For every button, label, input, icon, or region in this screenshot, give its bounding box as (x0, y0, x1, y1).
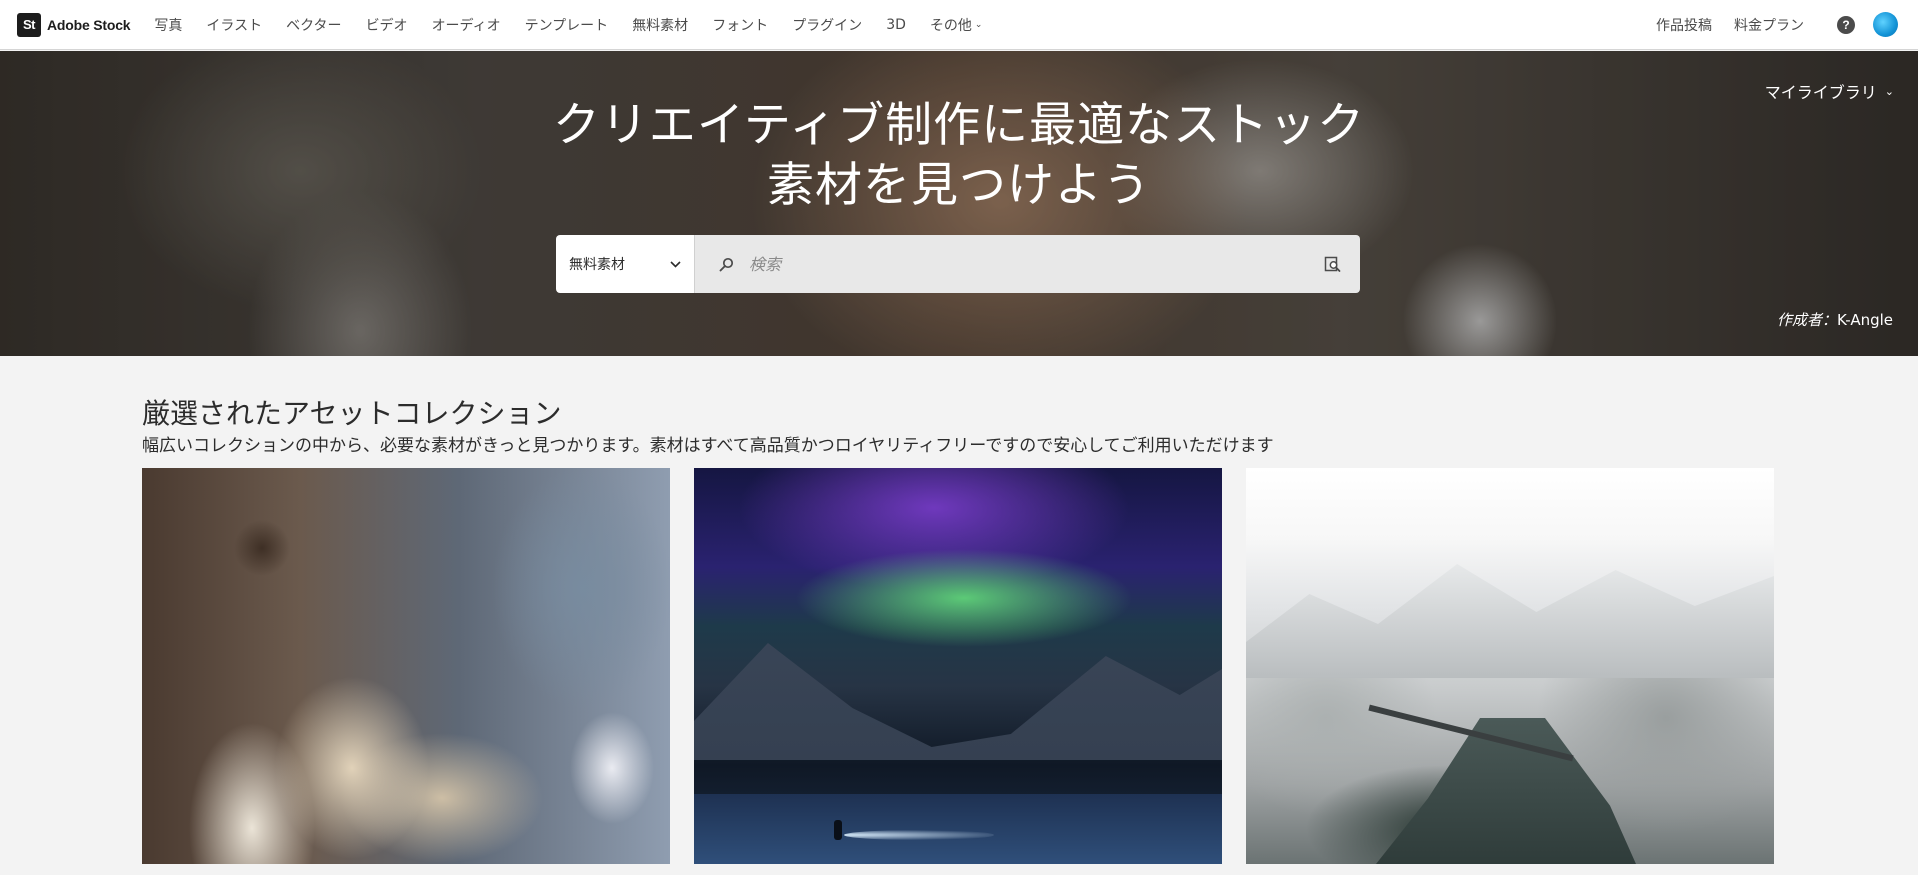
search-category-label: 無料素材 (569, 257, 625, 273)
nav-link-photos[interactable]: 写真 (142, 15, 194, 35)
nav-more-label: その他 (929, 17, 972, 34)
logo-mark: St (17, 12, 41, 37)
search-icon (715, 257, 737, 272)
my-library-menu[interactable]: マイライブラリ ⌄ (1765, 79, 1894, 103)
top-nav: St Adobe Stock 写真 イラスト ベクター ビデオ オーディオ テン… (0, 0, 1918, 50)
chevron-down-icon: ⌄ (1884, 84, 1894, 98)
credit-name[interactable]: K-Angle (1837, 311, 1893, 329)
pricing-link[interactable]: 料金プラン (1723, 15, 1815, 35)
collection-card-snow-valley[interactable] (1246, 468, 1774, 864)
search-bar: 無料素材 (556, 235, 1360, 293)
nav-link-videos[interactable]: ビデオ (354, 15, 420, 35)
search-input[interactable] (737, 235, 1322, 293)
chevron-down-icon: ⌄ (974, 19, 983, 30)
headlamp-beam (844, 830, 994, 840)
nav-links: 写真 イラスト ベクター ビデオ オーディオ テンプレート 無料素材 フォント … (142, 15, 994, 35)
image-credit: 作成者：K-Angle (1777, 309, 1893, 330)
nav-link-free[interactable]: 無料素材 (620, 15, 700, 35)
nav-link-3d[interactable]: 3D (874, 17, 918, 33)
nav-link-templates[interactable]: テンプレート (513, 15, 621, 35)
search-category-select[interactable]: 無料素材 (556, 235, 695, 293)
my-library-label: マイライブラリ (1764, 83, 1877, 102)
hero-title-line1: クリエイティブ制作に最適なストック (552, 98, 1366, 153)
nav-more-menu[interactable]: その他 ⌄ (918, 15, 995, 35)
collection-card-aurora[interactable] (694, 468, 1222, 864)
nav-link-fonts[interactable]: フォント (700, 15, 780, 35)
hiker-figure (834, 820, 842, 840)
search-field (695, 235, 1360, 293)
nav-link-audio[interactable]: オーディオ (420, 15, 513, 35)
help-icon[interactable]: ? (1837, 15, 1855, 34)
snowy-mountains (1246, 564, 1774, 678)
frozen-lake (694, 794, 1222, 864)
nav-link-vectors[interactable]: ベクター (274, 15, 353, 35)
hero-title: クリエイティブ制作に最適なストック 素材を見つけよう (0, 96, 1918, 216)
nav-link-illustrations[interactable]: イラスト (194, 15, 274, 35)
collection-subtitle: 幅広いコレクションの中から、必要な素材がきっと見つかります。素材はすべて高品質か… (142, 436, 1274, 456)
submit-work-link[interactable]: 作品投稿 (1645, 15, 1723, 35)
hero-title-line2: 素材を見つけよう (767, 158, 1151, 213)
nav-link-plugins[interactable]: プラグイン (780, 15, 874, 35)
credit-prefix: 作成者： (1776, 311, 1837, 329)
visual-search-icon[interactable] (1322, 256, 1342, 273)
chevron-down-icon (670, 257, 681, 271)
avatar[interactable] (1873, 12, 1898, 37)
adobe-stock-logo[interactable]: St Adobe Stock (17, 12, 131, 37)
nav-right: 作品投稿 料金プラン ? (1645, 12, 1918, 37)
logo-text: Adobe Stock (47, 16, 131, 33)
collection-card-woman-laptop[interactable] (142, 468, 670, 864)
collection-title: 厳選されたアセットコレクション (142, 397, 562, 430)
hero-banner: クリエイティブ制作に最適なストック 素材を見つけよう マイライブラリ ⌄ 無料素… (0, 51, 1918, 356)
